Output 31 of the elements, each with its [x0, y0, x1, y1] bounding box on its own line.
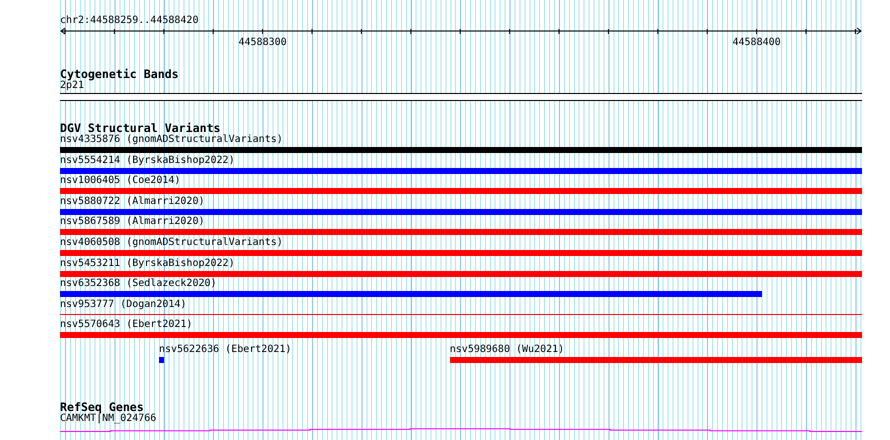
- variant-label: nsv5880722 (Almarri2020): [60, 196, 204, 207]
- variant-label: nsv5453211 (ByrskaBishop2022): [60, 258, 235, 269]
- location-label: chr2:44588259..44588420: [60, 15, 198, 26]
- variant-bar[interactable]: [60, 229, 862, 236]
- track-title: RefSeq Genes: [60, 400, 144, 413]
- variant-label: nsv6352368 (Sedlazeck2020): [60, 278, 217, 290]
- variant-bar[interactable]: [158, 356, 164, 363]
- variant-bar[interactable]: [60, 168, 862, 174]
- variant-label: nsv5989680 (Wu2021): [450, 344, 564, 355]
- variant-bar[interactable]: [60, 208, 862, 215]
- variant-bar[interactable]: [60, 188, 862, 194]
- track-title: Cytogenetic Bands: [60, 68, 179, 80]
- tick-label: 44588400: [732, 37, 781, 48]
- variant-label: nsv4060508 (gnomADStructuralVariants): [60, 236, 283, 248]
- variant-label: nsv953777 (Dogan2014): [60, 298, 186, 310]
- variant-label: nsv5867589 (Almarri2020): [60, 216, 204, 228]
- gene-line[interactable]: [60, 428, 862, 432]
- tick-label: 44588300: [238, 37, 287, 48]
- variant-label: nsv5554214 (ByrskaBishop2022): [60, 154, 235, 166]
- variant-label: nsv4335876 (gnomADStructuralVariants): [60, 134, 283, 145]
- band-label: 2p21: [60, 80, 84, 91]
- variant-label: nsv5622636 (Ebert2021): [158, 344, 292, 355]
- variant-bar[interactable]: [60, 250, 862, 256]
- variant-bar[interactable]: [60, 332, 862, 338]
- variant-bar[interactable]: [60, 291, 762, 298]
- variant-bar[interactable]: [450, 356, 862, 363]
- track-title: DGV Structural Variants: [60, 122, 221, 134]
- variant-label: nsv5570643 (Ebert2021): [60, 319, 192, 330]
- variant-bar[interactable]: [60, 270, 862, 277]
- variant-label: nsv1006405 (Coe2014): [60, 175, 180, 186]
- gene-label: CAMKMT|NM_024766: [60, 412, 156, 424]
